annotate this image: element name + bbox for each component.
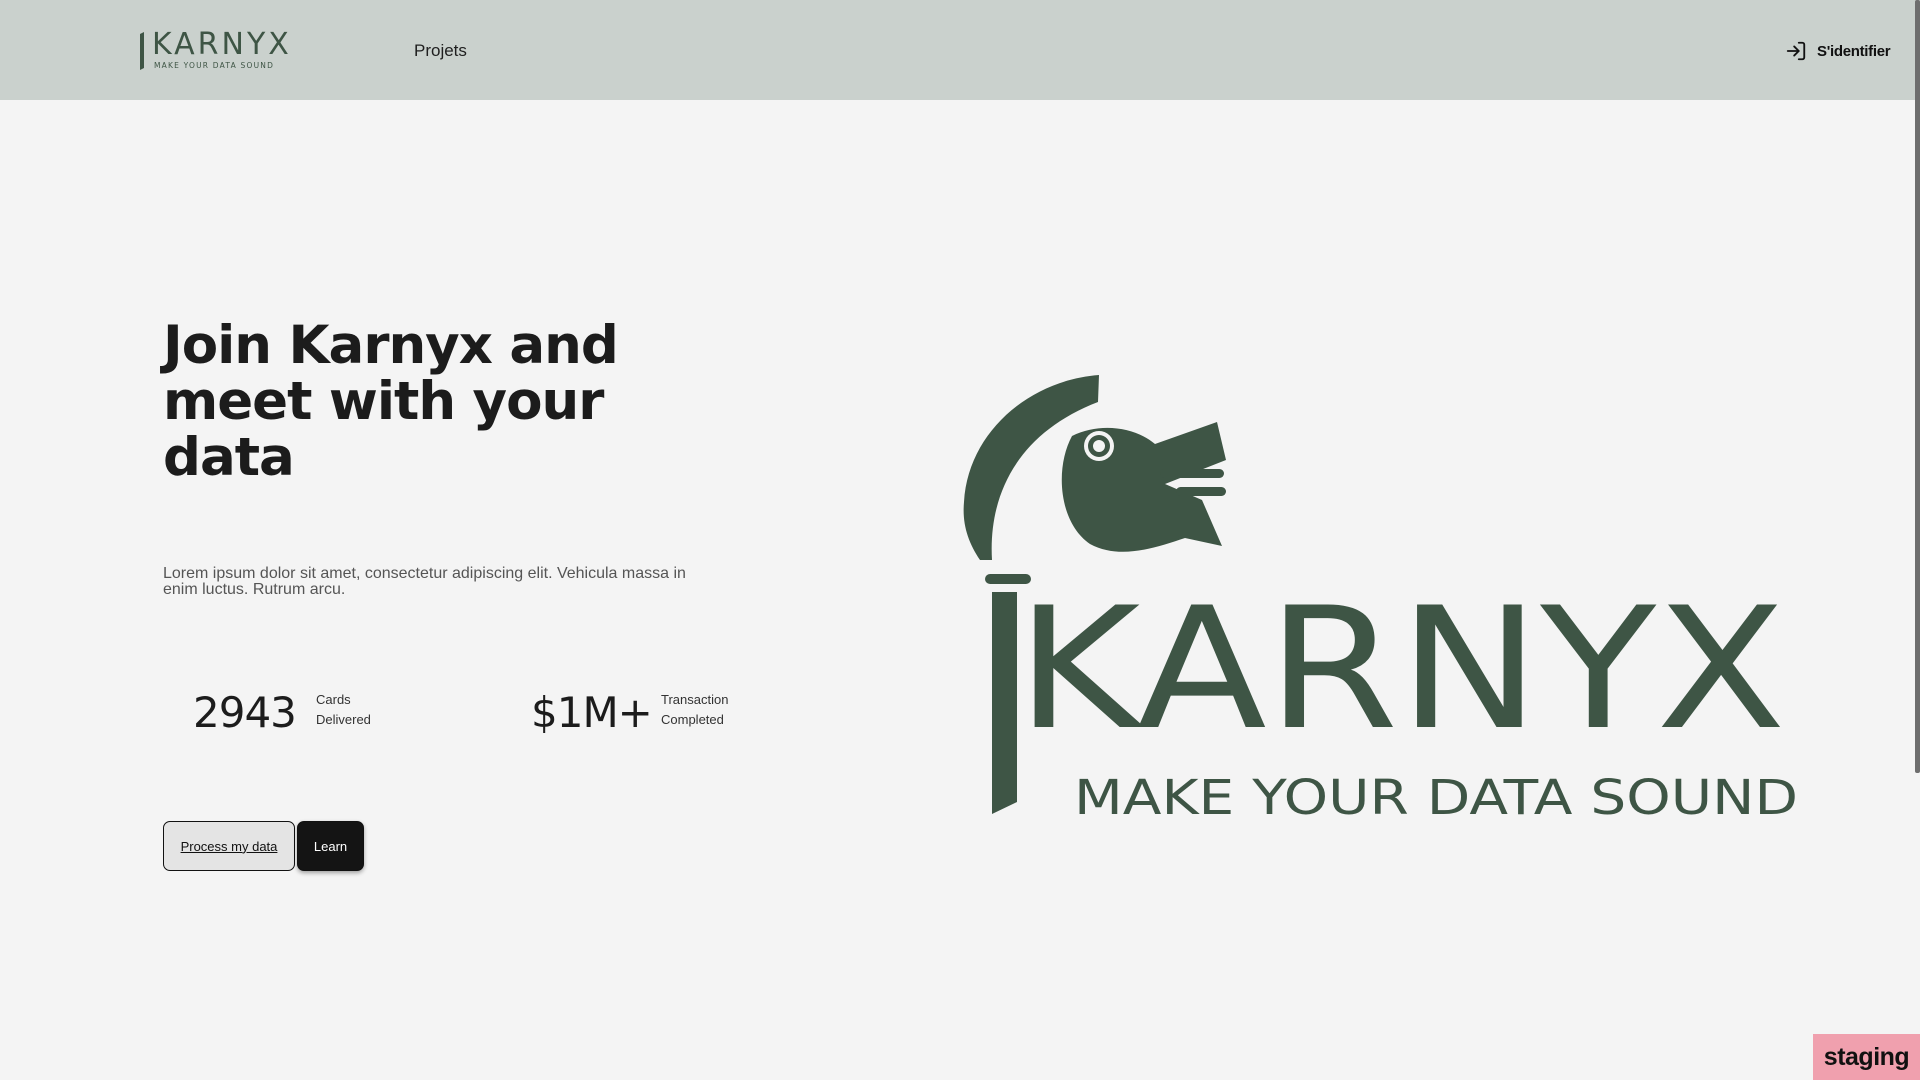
login-icon — [1786, 41, 1806, 61]
brand-logo[interactable]: KARNYX MAKE YOUR DATA SOUND — [138, 28, 289, 72]
hero-title: Join Karnyx and meet with your data — [163, 315, 619, 488]
stat-label: Transaction Completed — [661, 692, 729, 727]
learn-button[interactable]: Learn — [297, 821, 364, 871]
brand-wordmark: KARNYX — [152, 27, 292, 62]
stat-value: $1M+ — [531, 688, 653, 737]
nav-link-projets[interactable]: Projets — [414, 40, 467, 62]
stat-value: 2943 — [193, 688, 297, 737]
environment-badge: staging — [1813, 1034, 1920, 1080]
hero-description: Lorem ipsum dolor sit amet, consectetur … — [163, 565, 686, 598]
page-scrollbar[interactable] — [1914, 0, 1920, 1080]
scrollbar-thumb[interactable] — [1915, 0, 1920, 773]
logo-wordmark: KARNYX — [1016, 571, 1786, 767]
stat-label: Cards Delivered — [316, 692, 371, 727]
logo-staff-mark — [140, 32, 144, 70]
karnyx-big-logo: KARNYX MAKE YOUR DATA SOUND — [963, 375, 1798, 817]
brand-tagline: MAKE YOUR DATA SOUND — [154, 61, 275, 70]
process-data-button[interactable]: Process my data — [163, 821, 295, 871]
login-label: S'identifier — [1817, 42, 1891, 60]
logo-tagline: MAKE YOUR DATA SOUND — [1074, 770, 1798, 817]
login-button[interactable]: S'identifier — [1785, 39, 1891, 63]
top-header: KARNYX MAKE YOUR DATA SOUND Projets S'id… — [0, 0, 1920, 100]
